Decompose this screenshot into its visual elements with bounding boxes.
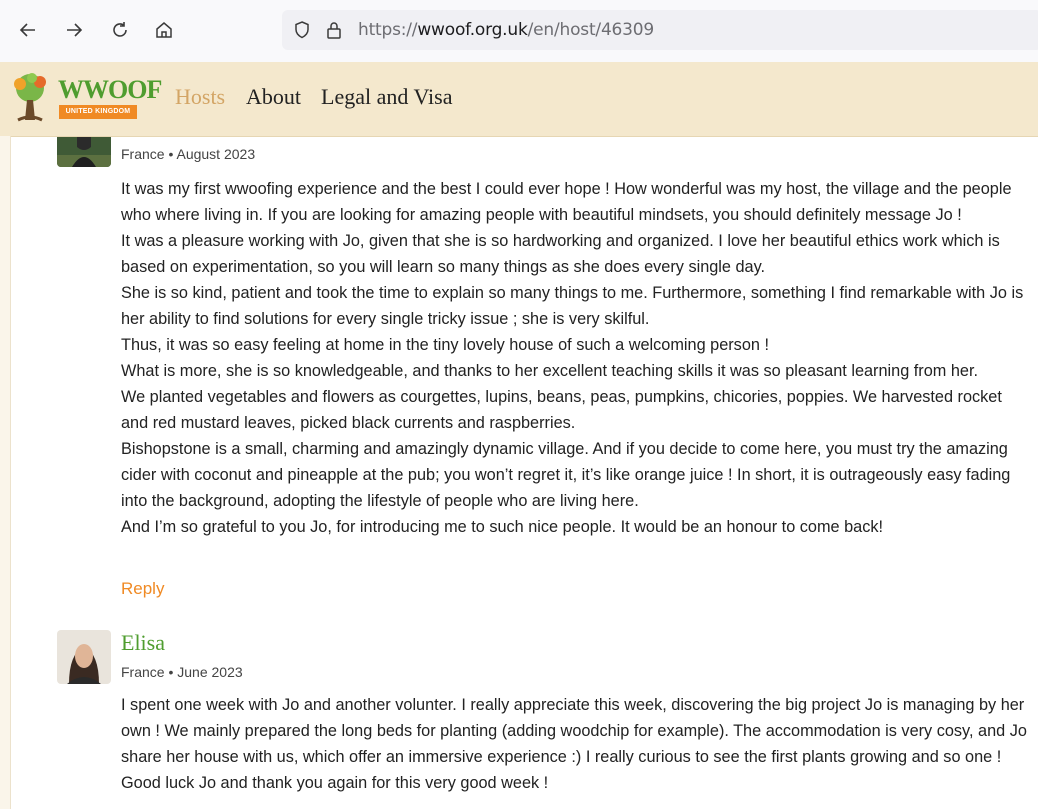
review-paragraph: Thus, it was so easy feeling at home in … <box>121 336 769 354</box>
reply-link[interactable]: Reply <box>121 579 164 599</box>
review-meta: France • August 2023 <box>121 146 256 162</box>
back-button[interactable] <box>10 12 46 48</box>
logo-subtext: UNITED KINGDOM <box>59 105 137 119</box>
url-text: https://wwoof.org.uk/en/host/46309 <box>358 20 654 40</box>
review-paragraph: And I’m so grateful to you Jo, for intro… <box>121 518 884 536</box>
review-paragraph: I spent one week with Jo and another vol… <box>121 696 1027 792</box>
review-body: It was my first wwoofing experience and … <box>121 176 1031 540</box>
review-paragraph: Bishopstone is a small, charming and ama… <box>121 440 1011 510</box>
nav-legal-and-visa[interactable]: Legal and Visa <box>321 84 452 110</box>
review-paragraph: We planted vegetables and flowers as cou… <box>121 388 1002 432</box>
reviewer-name[interactable]: Elisa <box>121 630 165 656</box>
logo-text[interactable]: WWOOF <box>58 75 162 105</box>
review-paragraph: She is so kind, patient and took the tim… <box>121 284 1024 328</box>
review-paragraph: It was my first wwoofing experience and … <box>121 180 1012 224</box>
site-header: WWOOF UNITED KINGDOM Hosts About Legal a… <box>0 62 1038 137</box>
nav-about[interactable]: About <box>246 84 301 110</box>
tree-logo-icon[interactable] <box>8 70 52 128</box>
browser-toolbar: https://wwoof.org.uk/en/host/46309 <box>0 0 1038 63</box>
nav-hosts[interactable]: Hosts <box>175 84 225 110</box>
review-paragraph: It was a pleasure working with Jo, given… <box>121 232 1000 276</box>
url-path: /en/host/46309 <box>527 20 655 40</box>
url-domain: wwoof.org.uk <box>417 20 528 40</box>
forward-arrow-icon <box>67 23 83 37</box>
shield-icon[interactable] <box>292 20 312 40</box>
reviewer-avatar <box>57 630 111 684</box>
review-paragraph: What is more, she is so knowledgeable, a… <box>121 362 979 380</box>
review-meta: France • June 2023 <box>121 664 243 680</box>
lock-icon[interactable] <box>324 20 344 40</box>
home-button[interactable] <box>146 12 182 48</box>
reviewer-avatar <box>57 137 111 167</box>
url-prefix: https:// <box>358 20 418 40</box>
reload-icon <box>113 22 127 37</box>
address-bar[interactable]: https://wwoof.org.uk/en/host/46309 <box>282 10 1038 50</box>
reload-button[interactable] <box>102 12 138 48</box>
reviewer-photo-icon <box>57 137 111 167</box>
review-body: I spent one week with Jo and another vol… <box>121 692 1031 796</box>
left-rail <box>0 136 11 809</box>
back-arrow-icon <box>19 23 35 37</box>
home-icon <box>156 22 172 38</box>
reviewer-photo-icon <box>57 630 111 684</box>
forward-button[interactable] <box>56 12 92 48</box>
